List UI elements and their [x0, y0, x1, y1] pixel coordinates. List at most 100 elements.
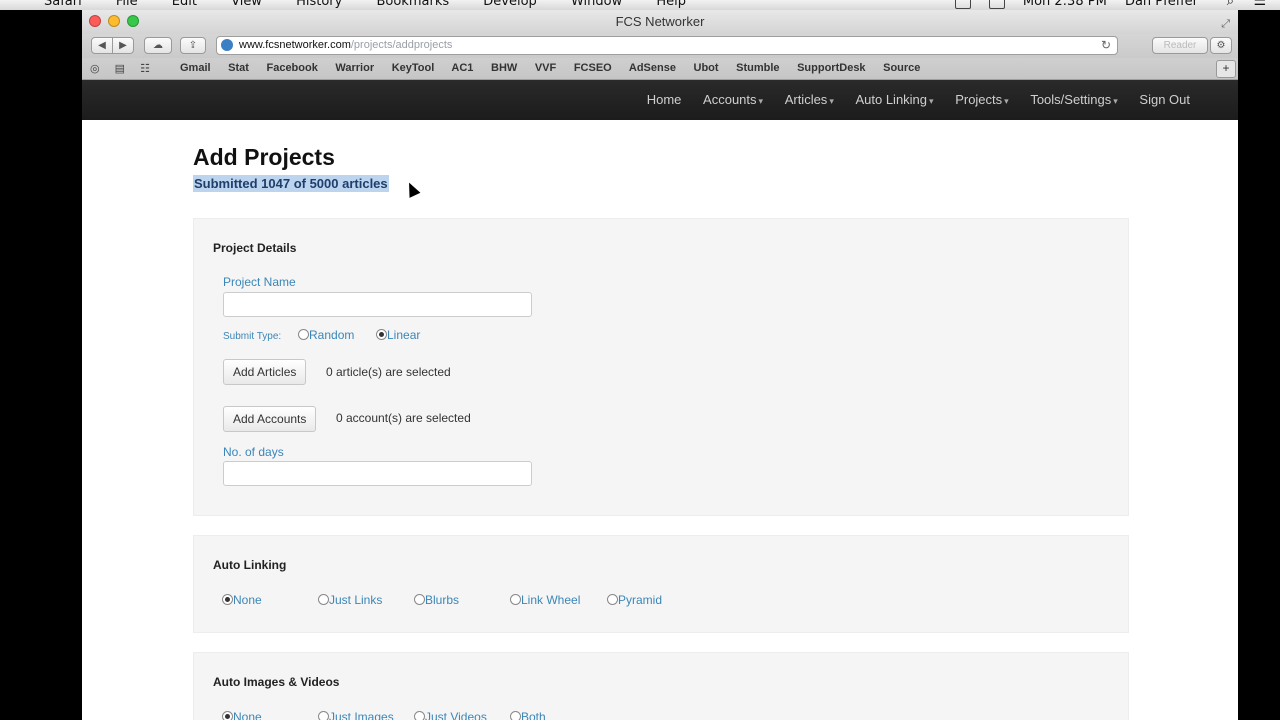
submitted-status: Submitted 1047 of 5000 articles: [193, 175, 389, 192]
site-navbar: Home Accounts ▾ Articles ▾ Auto Linking ▾ P…: [82, 80, 1238, 120]
close-window-button[interactable]: [89, 15, 101, 27]
submit-type-random-label: Random: [309, 328, 355, 342]
project-details-title: Project Details: [213, 241, 297, 255]
bookmark-item[interactable]: BHW: [491, 62, 517, 74]
top-sites-icon[interactable]: ☷: [140, 63, 150, 75]
nav-projects[interactable]: Projects ▾: [955, 92, 1009, 107]
nav-tools-settings[interactable]: Tools/Settings ▾: [1030, 92, 1117, 107]
auto-images-both-label: Both: [521, 710, 546, 720]
cloud-icon: ☁: [153, 40, 163, 51]
auto-linking-just-links-label: Just Links: [329, 593, 383, 607]
bookmark-item[interactable]: Gmail: [180, 62, 211, 74]
back-button[interactable]: ◀: [91, 37, 113, 54]
nav-auto-linking[interactable]: Auto Linking ▾: [855, 92, 933, 107]
auto-linking-pyramid-radio[interactable]: Pyramid: [607, 593, 662, 607]
auto-linking-blurbs-label: Blurbs: [425, 593, 460, 607]
radio-unchecked-icon: [510, 594, 521, 605]
share-button[interactable]: ⇪: [180, 37, 206, 54]
icloud-tabs-button[interactable]: ☁: [144, 37, 172, 54]
minimize-window-button[interactable]: [108, 15, 120, 27]
auto-linking-link-wheel-radio[interactable]: Link Wheel: [510, 593, 580, 607]
os-menu-view[interactable]: View: [231, 0, 262, 9]
days-label: No. of days: [223, 445, 284, 459]
bookmark-item[interactable]: AdSense: [629, 62, 676, 74]
os-menu-develop[interactable]: Develop: [483, 0, 537, 9]
bookmark-item[interactable]: VVF: [535, 62, 556, 74]
bookmark-item[interactable]: KeyTool: [392, 62, 435, 74]
bookmark-item[interactable]: FCSEO: [574, 62, 612, 74]
auto-linking-none-radio[interactable]: None: [222, 593, 262, 607]
os-menu-safari[interactable]: Safari: [44, 0, 82, 9]
nav-home[interactable]: Home: [647, 92, 682, 107]
submit-type-linear-radio[interactable]: Linear: [376, 328, 420, 342]
radio-unchecked-icon: [607, 594, 618, 605]
forward-button[interactable]: ▶: [112, 37, 134, 54]
reader-button[interactable]: Reader: [1152, 37, 1208, 54]
project-details-panel: Project Details Project Name Submit Type…: [193, 218, 1129, 516]
bookmark-item[interactable]: Stat: [228, 62, 249, 74]
os-menu-bookmarks[interactable]: Bookmarks: [376, 0, 449, 9]
auto-linking-just-links-radio[interactable]: Just Links: [318, 593, 382, 607]
zoom-window-button[interactable]: [127, 15, 139, 27]
caret-down-icon: ▾: [758, 96, 764, 106]
auto-images-none-radio[interactable]: None: [222, 710, 262, 720]
os-menu-help[interactable]: Help: [656, 0, 686, 9]
add-accounts-button[interactable]: Add Accounts: [223, 406, 317, 432]
submit-type-linear-label: Linear: [387, 328, 421, 342]
bookmark-item[interactable]: Stumble: [736, 62, 779, 74]
os-menu-file[interactable]: File: [116, 0, 138, 9]
bookmarks-bar: ◎ ▤ ☷ Gmail Stat Facebook Warrior KeyToo…: [82, 58, 1238, 80]
radio-unchecked-icon: [414, 711, 425, 720]
radio-checked-icon: [222, 594, 233, 605]
nav-articles-label: Articles: [784, 92, 828, 107]
caret-down-icon: ▾: [929, 96, 934, 106]
status-menu-icon[interactable]: [954, 0, 971, 9]
reload-icon[interactable]: ↻: [1101, 37, 1111, 54]
auto-images-none-label: None: [233, 710, 262, 720]
fullscreen-icon[interactable]: ⤢: [1221, 12, 1230, 36]
caret-down-icon: ▾: [1004, 96, 1009, 106]
os-menu-list: Safari File Edit View History Bookmarks …: [44, 0, 716, 9]
url-path: /projects/addprojects: [350, 39, 453, 51]
submit-type-random-radio[interactable]: Random: [298, 328, 354, 342]
radio-unchecked-icon: [414, 594, 425, 605]
nav-accounts[interactable]: Accounts ▾: [703, 92, 763, 107]
auto-linking-none-label: None: [233, 593, 262, 607]
gear-icon: ⚙: [1216, 40, 1226, 51]
auto-images-title: Auto Images & Videos: [213, 675, 340, 689]
window-title: FCS Networker: [615, 14, 705, 29]
auto-images-just-videos-radio[interactable]: Just Videos: [414, 710, 487, 720]
nav-articles[interactable]: Articles ▾: [785, 92, 834, 107]
caret-down-icon: ▾: [1113, 96, 1118, 106]
nav-accounts-label: Accounts: [703, 92, 757, 107]
nav-sign-out[interactable]: Sign Out: [1139, 92, 1190, 107]
os-menu-history[interactable]: History: [296, 0, 342, 9]
settings-button[interactable]: ⚙: [1210, 37, 1232, 54]
address-bar[interactable]: www.fcsnetworker.com/projects/addproject…: [216, 36, 1118, 55]
bookmark-item[interactable]: SupportDesk: [797, 62, 865, 74]
auto-images-just-images-radio[interactable]: Just Images: [318, 710, 394, 720]
os-menu-window[interactable]: Window: [571, 0, 622, 9]
notification-list-icon[interactable]: ☰: [1253, 0, 1266, 9]
status-menu-icon[interactable]: [988, 0, 1005, 9]
bookmarks-book-icon[interactable]: ▤: [115, 63, 125, 75]
clock[interactable]: Mon 2:38 PM: [1023, 0, 1107, 9]
bookmark-item[interactable]: Source: [883, 62, 920, 74]
add-articles-button[interactable]: Add Articles: [223, 359, 307, 385]
new-tab-button[interactable]: +: [1216, 60, 1236, 78]
bookmark-item[interactable]: AC1: [451, 62, 473, 74]
bookmark-item[interactable]: Facebook: [266, 62, 317, 74]
user-name[interactable]: Dan Pfeffer: [1125, 0, 1198, 9]
reading-list-icon[interactable]: ◎: [90, 63, 100, 75]
auto-images-both-radio[interactable]: Both: [510, 710, 546, 720]
bookmark-item[interactable]: Ubot: [694, 62, 719, 74]
bookmark-item[interactable]: Warrior: [335, 62, 374, 74]
auto-images-just-videos-label: Just Videos: [425, 710, 487, 720]
spotlight-search-icon[interactable]: ⌕: [1227, 0, 1234, 9]
auto-linking-blurbs-radio[interactable]: Blurbs: [414, 593, 459, 607]
days-input[interactable]: [223, 461, 532, 486]
url-text: www.fcsnetworker.com/projects/addproject…: [239, 37, 452, 54]
os-menu-edit[interactable]: Edit: [172, 0, 197, 9]
project-name-input[interactable]: [223, 292, 532, 317]
page-title: Add Projects: [193, 144, 335, 170]
